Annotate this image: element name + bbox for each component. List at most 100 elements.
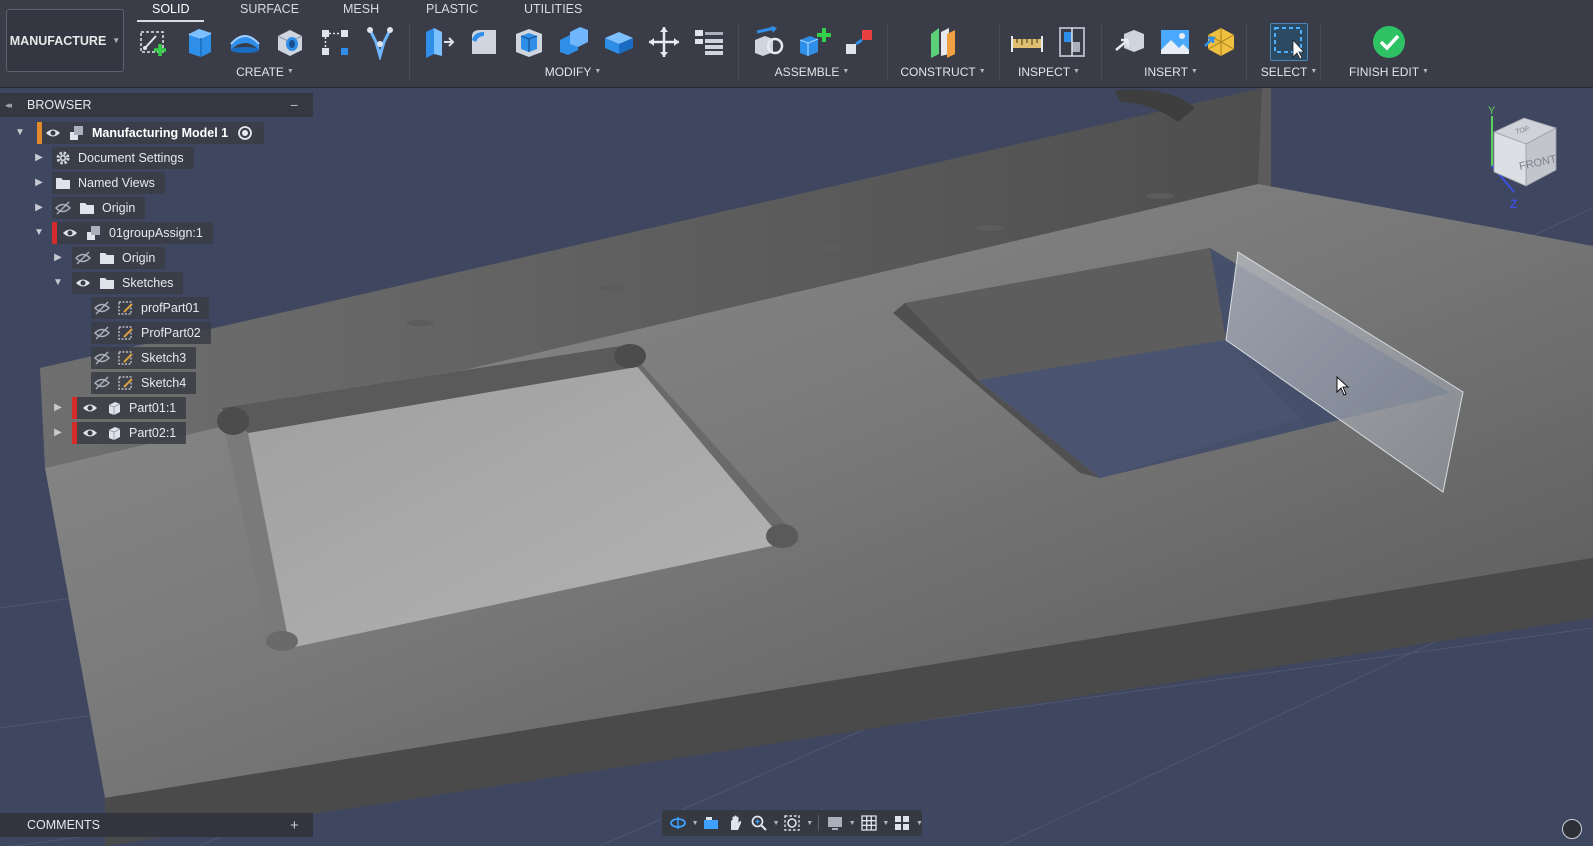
fillet-icon[interactable] [465,23,503,61]
tree-item-sketch[interactable]: profPart01 [91,297,210,319]
grid-settings-icon[interactable] [859,812,879,834]
tree-item-01groupassign[interactable]: 01groupAssign:1 [52,222,213,244]
tree-item-sketches[interactable]: Sketches [72,272,184,294]
eye-hidden-icon[interactable] [93,350,111,366]
tree-item-origin[interactable]: Origin [52,197,146,219]
chevron-down-icon: ▼ [594,68,602,75]
finish-edit-menu[interactable]: FINISH EDIT ▼ [1349,65,1429,79]
measure-icon[interactable] [1008,23,1046,61]
modify-menu[interactable]: MODIFY ▼ [545,65,602,79]
revolve-icon[interactable] [226,23,264,61]
tab-plastic[interactable]: PLASTIC [426,1,478,18]
3d-viewport[interactable] [0,88,1593,846]
chevron-right-icon[interactable]: ▶ [51,422,65,444]
display-settings-icon[interactable] [825,812,845,834]
tab-surface[interactable]: SURFACE [240,1,299,18]
chevron-right-icon[interactable]: ▶ [32,147,46,169]
tab-utilities[interactable]: UTILITIES [524,1,582,18]
chevron-right-icon[interactable]: ▶ [32,172,46,194]
activate-radio-icon[interactable] [236,125,254,141]
eye-hidden-icon[interactable] [93,375,111,391]
chevron-down-icon[interactable]: ▼ [916,820,923,827]
tree-item-sketch[interactable]: Sketch4 [91,372,197,394]
tree-item-sketch[interactable]: ProfPart02 [91,322,211,344]
eye-icon[interactable] [74,275,92,291]
eye-icon[interactable] [81,425,99,441]
insert-derive-icon[interactable] [1111,23,1149,61]
new-component-icon[interactable] [795,23,833,61]
press-pull-icon[interactable] [419,23,457,61]
chevron-down-icon[interactable]: ▼ [849,820,856,827]
tab-solid[interactable]: SOLID [152,1,190,18]
workspace-switcher[interactable]: MANUFACTURE ▼ [6,9,124,72]
hole-icon[interactable] [271,23,309,61]
chevron-down-icon[interactable]: ▼ [806,820,813,827]
chevron-down-icon[interactable]: ▼ [51,272,65,294]
tree-item-origin-child[interactable]: Origin [72,247,166,269]
assemble-menu[interactable]: ASSEMBLE ▼ [775,65,850,79]
chevron-right-icon[interactable]: ▶ [51,397,65,419]
shell-icon[interactable] [510,23,548,61]
replace-face-icon[interactable] [600,23,638,61]
chevron-down-icon[interactable]: ▼ [692,820,699,827]
extrude-icon[interactable] [180,23,218,61]
comments-panel[interactable]: COMMENTS + [0,813,313,837]
browser-header[interactable]: ◂◂ BROWSER − [0,93,313,117]
tree-item-part02[interactable]: Part02:1 [72,422,187,444]
as-built-joint-icon[interactable] [841,23,879,61]
chevron-down-icon[interactable]: ▼ [13,122,27,144]
chevron-right-icon[interactable]: ▶ [51,247,65,269]
viewports-icon[interactable] [892,812,912,834]
add-comment-icon[interactable]: + [290,817,299,834]
eye-hidden-icon[interactable] [74,250,92,266]
pattern-icon[interactable] [316,23,354,61]
joint-icon[interactable] [750,23,788,61]
tree-item-part01[interactable]: Part01:1 [72,397,187,419]
create-menu[interactable]: CREATE ▼ [236,65,294,79]
combine-icon[interactable] [555,23,593,61]
help-icon[interactable] [1562,819,1582,839]
construct-menu[interactable]: CONSTRUCT ▼ [900,65,985,79]
canvas-icon[interactable] [1156,23,1194,61]
eye-hidden-icon[interactable] [93,300,111,316]
create-sketch-icon[interactable] [135,23,173,61]
section-analysis-icon[interactable] [1053,23,1091,61]
move-copy-icon[interactable] [645,23,683,61]
model-scene[interactable] [0,88,1593,846]
offset-plane-icon[interactable] [924,23,962,61]
tree-item-label: Manufacturing Model 1 [92,126,229,140]
select-menu[interactable]: SELECT ▼ [1261,65,1318,79]
chevron-down-icon[interactable]: ▼ [773,820,780,827]
eye-icon[interactable] [44,125,62,141]
eye-hidden-icon[interactable] [93,325,111,341]
view-cube[interactable]: Y Z TOP FRONT [1480,104,1585,214]
create-form-icon[interactable] [361,23,399,61]
chevron-right-icon[interactable]: ▶ [32,197,46,219]
tree-item-sketch[interactable]: Sketch3 [91,347,197,369]
change-parameters-icon[interactable] [690,23,728,61]
comments-title: COMMENTS [27,818,100,832]
eye-hidden-icon[interactable] [54,200,72,216]
tree-item-document-settings[interactable]: Document Settings [52,147,194,169]
look-at-icon[interactable] [702,812,722,834]
tab-mesh[interactable]: MESH [343,1,379,18]
eye-icon[interactable] [61,225,79,241]
zoom-icon[interactable] [749,812,769,834]
chevron-down-icon: ▼ [978,68,986,75]
fit-icon[interactable] [783,812,803,834]
select-window-icon[interactable] [1270,23,1308,61]
eye-icon[interactable] [81,400,99,416]
insert-menu[interactable]: INSERT ▼ [1144,65,1198,79]
minimize-icon[interactable]: − [290,97,298,113]
orbit-icon[interactable] [668,812,688,834]
tree-item-named-views[interactable]: Named Views [52,172,165,194]
tree-item-root[interactable]: Manufacturing Model 1 [37,122,265,144]
chevron-down-icon[interactable]: ▼ [882,820,889,827]
insert-mesh-icon[interactable] [1202,23,1240,61]
collapse-panel-icon[interactable]: ◂◂ [5,100,12,111]
finish-edit-check-icon[interactable] [1370,23,1408,61]
inspect-menu[interactable]: INSPECT ▼ [1018,65,1080,79]
folder-icon [98,250,116,266]
pan-icon[interactable] [725,812,745,834]
chevron-down-icon[interactable]: ▼ [32,222,46,244]
